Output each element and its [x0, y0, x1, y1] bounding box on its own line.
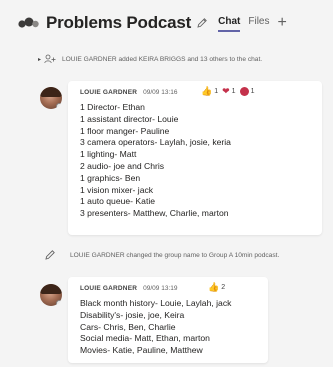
group-avatar-icon[interactable]: [16, 14, 40, 32]
heart-icon: ❤: [222, 86, 230, 96]
reaction-like[interactable]: 👍 2: [208, 283, 225, 292]
message-line: Movies- Katie, Pauline, Matthew: [80, 345, 203, 356]
chat-header: Problems Podcast Chat Files +: [0, 0, 333, 46]
system-message: LOUIE GARDNER changed the group name to …: [0, 250, 333, 260]
message-line: Social media- Matt, Ethan, marton: [80, 333, 210, 344]
message-line: 3 presenters- Matthew, Charlie, marton: [80, 208, 229, 219]
message-line: Cars- Chris, Ben, Charlie: [80, 321, 176, 332]
message-line: 2 audio- joe and Chris: [80, 160, 165, 171]
reactions-bar: 👍 1 ❤ 1 1: [201, 87, 258, 96]
message-line: 1 graphics- Ben: [80, 172, 141, 183]
chat-message[interactable]: LOUIE GARDNER 09/09 13:19 👍 2 Black mont…: [68, 277, 268, 363]
tab-chat[interactable]: Chat: [218, 14, 241, 32]
reaction-count: 2: [221, 284, 226, 291]
reaction-angry[interactable]: 1: [239, 87, 255, 96]
message-line: Disability's- josie, joe, Keira: [80, 309, 185, 320]
thumbs-up-icon: 👍: [201, 86, 213, 96]
message-line: 3 camera operators- Laylah, josie, keria: [80, 137, 231, 148]
system-message-text: LOUIE GARDNER added KEIRA BRIGGS and 13 …: [62, 55, 263, 63]
avatar[interactable]: [40, 87, 62, 109]
system-message: ▸ LOUIE GARDNER added KEIRA BRIGGS and 1…: [0, 54, 333, 64]
message-line: 1 floor manger- Pauline: [80, 125, 170, 136]
reaction-like[interactable]: 👍 1: [201, 87, 218, 96]
add-tab-button[interactable]: +: [278, 15, 287, 31]
message-line: Black month history- Louie, Laylah, jack: [80, 298, 232, 308]
message-author: LOUIE GARDNER: [80, 285, 138, 292]
message-body: Black month history- Louie, Laylah, jack…: [80, 298, 231, 357]
add-people-icon: [44, 54, 56, 64]
message-body: 1 Director- Ethan 1 assistant director- …: [80, 102, 231, 220]
angry-icon: [239, 87, 249, 96]
message-line: 1 vision mixer- jack: [80, 184, 154, 195]
presence-status-icon: [56, 103, 62, 109]
reaction-count: 1: [231, 88, 236, 95]
message-timestamp: 09/09 13:19: [143, 285, 178, 292]
message-timestamp: 09/09 13:16: [143, 89, 178, 96]
message-line: 1 lighting- Matt: [80, 149, 137, 160]
message-line: 1 assistant director- Louie: [80, 113, 179, 124]
chat-title: Problems Podcast: [46, 13, 192, 32]
reaction-heart[interactable]: ❤ 1: [222, 87, 235, 96]
message-line: 1 auto queue- Katie: [80, 196, 156, 207]
reactions-bar: 👍 2: [208, 283, 229, 292]
message-author: LOUIE GARDNER: [80, 89, 138, 96]
thumbs-up-icon: 👍: [208, 282, 220, 292]
tab-files[interactable]: Files: [248, 14, 269, 32]
avatar[interactable]: [40, 284, 62, 306]
expand-caret-icon[interactable]: ▸: [38, 56, 41, 63]
message-line: 1 Director- Ethan: [80, 102, 145, 112]
reaction-count: 1: [250, 88, 255, 95]
pencil-icon: [44, 250, 56, 260]
edit-pencil-icon[interactable]: [196, 16, 210, 30]
reaction-count: 1: [214, 88, 219, 95]
chat-message[interactable]: LOUIE GARDNER 09/09 13:16 👍 1 ❤ 1 1 1 Di…: [68, 81, 322, 235]
system-message-text: LOUIE GARDNER changed the group name to …: [70, 251, 280, 259]
presence-status-icon: [56, 300, 62, 306]
